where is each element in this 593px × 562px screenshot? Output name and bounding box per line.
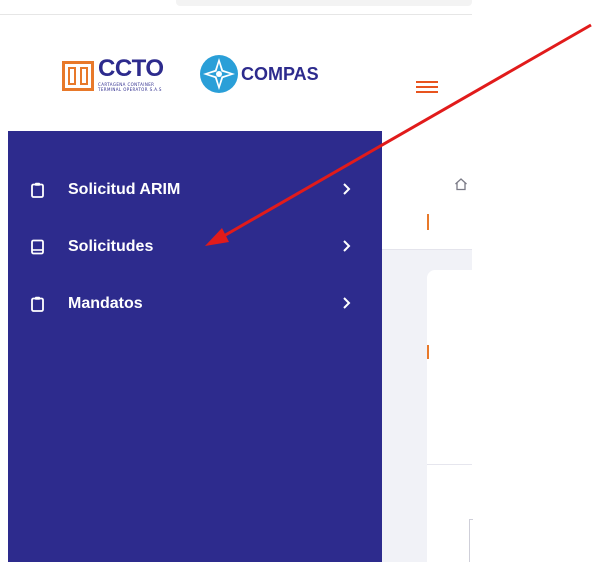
sidebar-menu: Solicitud ARIM Solicitudes Mandatos: [8, 165, 382, 336]
tablet-icon: [31, 239, 44, 255]
section-marker: [427, 214, 429, 230]
chevron-right-icon: [343, 297, 351, 309]
breadcrumb: [382, 131, 472, 250]
sidebar-item-solicitud-arim[interactable]: Solicitud ARIM: [8, 165, 382, 222]
compas-logo-text: COMPAS: [241, 64, 319, 84]
sidebar-item-solicitudes[interactable]: Solicitudes: [8, 222, 382, 279]
clipboard-icon: [31, 182, 44, 198]
top-strip: [0, 0, 472, 15]
ccto-tagline-line2: TERMINAL OPERATOR S.A.S: [98, 87, 162, 92]
ccto-logo-icon: [62, 61, 94, 91]
main-content: [382, 131, 473, 562]
compas-logo: COMPAS: [193, 50, 343, 96]
hamburger-menu-icon[interactable]: [416, 81, 438, 95]
clipboard-icon: [31, 296, 44, 312]
ccto-logo: CCTO CARTAGENA CONTAINER TERMINAL OPERAT…: [62, 57, 192, 95]
chevron-right-icon: [343, 240, 351, 252]
home-icon[interactable]: [454, 177, 468, 191]
sidebar: Solicitud ARIM Solicitudes Mandatos: [8, 131, 382, 562]
card-divider: [427, 464, 472, 465]
section-marker: [427, 345, 429, 359]
form-field[interactable]: [469, 519, 473, 562]
hamburger-line: [416, 81, 438, 83]
chevron-right-icon: [343, 183, 351, 195]
hamburger-line: [416, 86, 438, 88]
sidebar-item-label: Solicitud ARIM: [68, 181, 181, 198]
app-frame: CCTO CARTAGENA CONTAINER TERMINAL OPERAT…: [0, 0, 593, 562]
content-card: [427, 270, 473, 562]
compas-logo-icon: [200, 55, 238, 93]
sidebar-item-label: Solicitudes: [68, 238, 154, 255]
header-logo-area: CCTO CARTAGENA CONTAINER TERMINAL OPERAT…: [0, 15, 472, 131]
ccto-logo-text: CCTO: [98, 55, 164, 82]
hamburger-line: [416, 91, 438, 93]
sidebar-item-label: Mandatos: [68, 295, 143, 312]
search-bar[interactable]: [176, 0, 472, 6]
sidebar-item-mandatos[interactable]: Mandatos: [8, 279, 382, 336]
